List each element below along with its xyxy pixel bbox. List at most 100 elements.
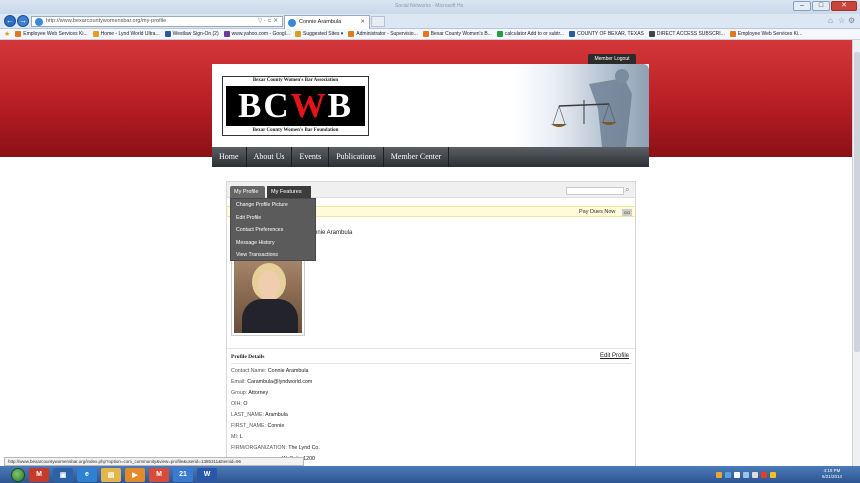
favorite-item[interactable]: Westlaw Sign-On (2) bbox=[164, 31, 219, 37]
tray-icon-1[interactable] bbox=[716, 471, 722, 478]
menu-edit-profile[interactable]: Edit Profile bbox=[231, 212, 315, 225]
tray-icon-3[interactable] bbox=[770, 471, 776, 478]
favorite-item[interactable]: calculator Add to or subtr... bbox=[496, 31, 565, 37]
bcwb-logo[interactable]: Bexar County Women's Bar Association BCW… bbox=[222, 76, 369, 136]
profile-photo bbox=[231, 254, 305, 336]
field-label: Email: bbox=[231, 379, 246, 385]
menu-contact-preferences[interactable]: Contact Preferences bbox=[231, 224, 315, 237]
favorite-label: DIRECT ACCESS SUBSCRI... bbox=[656, 31, 725, 37]
vertical-scrollbar[interactable] bbox=[852, 40, 860, 466]
logo-letters: BCWB bbox=[238, 86, 353, 125]
favorite-item[interactable]: Employee Web Services Ki... bbox=[15, 31, 88, 37]
favorite-item[interactable]: Administrator - Supervisio... bbox=[348, 31, 418, 37]
network-icon[interactable] bbox=[743, 471, 749, 478]
nav-events[interactable]: Events bbox=[292, 147, 330, 167]
back-icon[interactable]: ← bbox=[4, 15, 16, 27]
field-value: L bbox=[239, 434, 243, 440]
address-controls[interactable]: ▽ - ⊂ ✕ bbox=[258, 17, 278, 26]
favorite-item[interactable]: Home - Lynd World Ultra... bbox=[92, 31, 160, 37]
windows-taskbar: M ▣ e ▤ ▶ M 21 W 4:19 PM 6/21/2014 bbox=[0, 466, 860, 483]
favorites-star-icon[interactable]: ★ bbox=[4, 30, 10, 38]
internet-explorer-icon[interactable]: e bbox=[77, 467, 97, 482]
minimize-button[interactable]: – bbox=[793, 1, 811, 11]
forward-icon[interactable]: → bbox=[17, 15, 29, 27]
profile-field-row: LAST_NAME: Arambula bbox=[231, 412, 288, 418]
favorite-label: www.yahoo.com - Googl... bbox=[231, 31, 290, 37]
favorite-label: Westlaw Sign-On (2) bbox=[172, 31, 219, 37]
field-value: Carambula@lyndworld.com bbox=[247, 379, 313, 385]
member-logout-button[interactable]: Member Logout bbox=[588, 54, 636, 64]
favorite-page-icon bbox=[92, 31, 99, 37]
profile-name: nnie Arambula bbox=[314, 230, 353, 236]
word-icon[interactable]: W bbox=[197, 467, 217, 482]
nav-about-us[interactable]: About Us bbox=[247, 147, 293, 167]
profile-field-row: Email: Carambula@lyndworld.com bbox=[231, 379, 312, 385]
flag-icon[interactable] bbox=[734, 471, 740, 478]
profile-details: Profile Details Edit Profile Contact Nam… bbox=[227, 348, 635, 466]
profile-field-row: Group: Attorney bbox=[231, 390, 268, 396]
favorites-star-icon[interactable]: ☆ bbox=[838, 16, 845, 25]
pay-dues-link[interactable]: Pay Dues Now bbox=[579, 209, 615, 215]
field-label: LAST_NAME: bbox=[231, 412, 264, 418]
volume-icon[interactable] bbox=[752, 471, 758, 478]
favorite-page-icon bbox=[569, 31, 576, 37]
window-titlebar: Social Networks - Microsoft Ho – □ ✕ bbox=[0, 0, 860, 14]
gear-icon[interactable]: ⚙ bbox=[848, 16, 855, 25]
maximize-button[interactable]: □ bbox=[812, 1, 830, 11]
favorite-item[interactable]: Suggested Sites ▾ bbox=[294, 31, 343, 37]
home-icon[interactable]: ⌂ bbox=[828, 16, 833, 25]
main-nav: Home About Us Events Publications Member… bbox=[212, 147, 649, 167]
media-player-icon[interactable]: ▶ bbox=[125, 467, 145, 482]
search-input[interactable] bbox=[566, 187, 624, 195]
go-button[interactable]: GO bbox=[622, 209, 632, 216]
profile-field-row: FIRM/ORGANIZATION: The Lynd Co. bbox=[231, 445, 320, 451]
window-title: Social Networks - Microsoft Ho bbox=[395, 3, 464, 9]
favorite-item[interactable]: COUNTY OF BEXAR, TEXAS bbox=[569, 31, 644, 37]
favorite-label: Employee Web Services Ki... bbox=[737, 31, 803, 37]
folder-icon[interactable]: ▤ bbox=[101, 467, 121, 482]
nav-publications[interactable]: Publications bbox=[329, 147, 384, 167]
address-bar[interactable]: http://www.bexarcountywomensbar.org/my-p… bbox=[31, 16, 283, 27]
close-window-button[interactable]: ✕ bbox=[831, 1, 857, 11]
taskbar-clock[interactable]: 4:19 PM 6/21/2014 bbox=[822, 468, 842, 480]
search-icon[interactable]: ⌕ bbox=[625, 185, 629, 195]
tab-title: Connie Arambula bbox=[299, 19, 342, 25]
site-container: Bexar County Women's Bar Association BCW… bbox=[212, 64, 649, 466]
favorite-page-icon bbox=[294, 31, 301, 37]
clock-date: 6/21/2014 bbox=[822, 474, 843, 479]
lady-justice-image bbox=[514, 64, 649, 147]
favorite-label: COUNTY OF BEXAR, TEXAS bbox=[577, 31, 644, 37]
nav-home[interactable]: Home bbox=[212, 147, 247, 167]
favorite-item[interactable]: Employee Web Services Ki... bbox=[729, 31, 803, 37]
favorites-bar: ★ Employee Web Services Ki... Home - Lynd… bbox=[0, 29, 860, 40]
nav-member-center[interactable]: Member Center bbox=[384, 147, 450, 167]
browser-tab[interactable]: Connie Arambula ✕ bbox=[284, 15, 370, 29]
favorite-page-icon bbox=[648, 31, 655, 37]
field-label: Group: bbox=[231, 390, 248, 396]
menu-message-history[interactable]: Message History bbox=[231, 237, 315, 250]
tab-my-profile[interactable]: My Profile bbox=[230, 186, 265, 198]
new-tab-button[interactable] bbox=[371, 16, 385, 27]
remote-desktop-icon[interactable]: ▣ bbox=[53, 467, 73, 482]
field-label: FIRM/ORGANIZATION: bbox=[231, 445, 287, 451]
favorite-label: calculator Add to or subtr... bbox=[504, 31, 565, 37]
start-button[interactable] bbox=[11, 467, 25, 482]
tab-my-features[interactable]: My Features bbox=[267, 186, 311, 198]
gmail-icon[interactable]: M bbox=[29, 467, 49, 482]
calendar-icon[interactable]: 21 bbox=[173, 467, 193, 482]
favorite-item[interactable]: Bexar County Women's B... bbox=[422, 31, 492, 37]
profile-field-row: FIRST_NAME: Connie bbox=[231, 423, 284, 429]
tray-alert-icon[interactable] bbox=[761, 471, 767, 478]
favorite-item[interactable]: www.yahoo.com - Googl... bbox=[223, 31, 290, 37]
tray-icon-2[interactable] bbox=[725, 471, 731, 478]
favorite-item[interactable]: DIRECT ACCESS SUBSCRI... bbox=[648, 31, 725, 37]
favorite-label: Home - Lynd World Ultra... bbox=[100, 31, 160, 37]
logo-foundation-text: Bexar County Women's Bar Foundation bbox=[252, 128, 339, 133]
menu-change-profile-picture[interactable]: Change Profile Picture bbox=[231, 199, 315, 212]
profile-details-title: Profile Details bbox=[231, 354, 265, 360]
gmail-icon-2[interactable]: M bbox=[149, 467, 169, 482]
tab-close-icon[interactable]: ✕ bbox=[360, 16, 365, 28]
menu-view-transactions[interactable]: View Transactions bbox=[231, 249, 315, 262]
page-viewport: Member Logout Bexar County Women's Bar A… bbox=[0, 40, 852, 466]
edit-profile-link[interactable]: Edit Profile bbox=[600, 353, 629, 359]
